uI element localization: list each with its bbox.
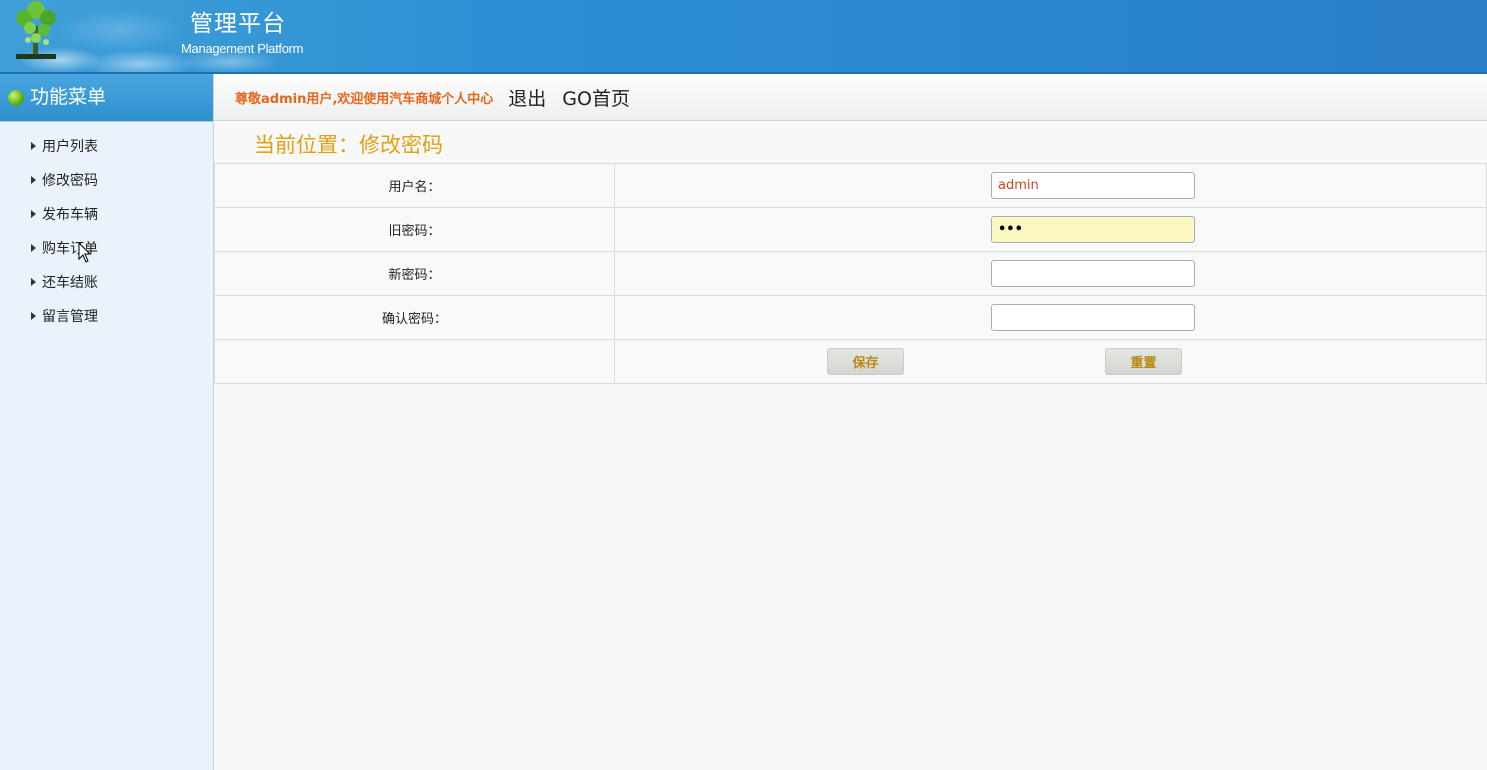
sidebar-item-return-checkout[interactable]: 还车结账 — [0, 266, 213, 300]
actions-cell: 保存 重置 — [614, 339, 1487, 384]
confirm-password-cell — [614, 295, 1487, 340]
sidebar: 功能菜单 用户列表 修改密码 发布车辆 购车订单 还车结账 留言管理 — [0, 74, 214, 770]
form-row-actions: 保存 重置 — [214, 339, 1487, 384]
username-input[interactable] — [991, 172, 1195, 199]
sidebar-item-change-password[interactable]: 修改密码 — [0, 164, 213, 198]
sidebar-item-label: 用户列表 — [42, 139, 98, 155]
new-password-input[interactable] — [991, 260, 1195, 287]
triangle-right-icon — [31, 210, 36, 218]
confirm-password-label: 确认密码： — [214, 295, 615, 340]
sidebar-item-label: 还车结账 — [42, 275, 98, 291]
go-home-link[interactable]: GO首页 — [562, 84, 630, 111]
triangle-right-icon — [31, 278, 36, 286]
form-row-old-password: 旧密码： — [214, 207, 1487, 252]
logout-link[interactable]: 退出 — [508, 84, 546, 111]
header-banner: 管理平台 Management Platform — [0, 0, 1487, 74]
mouse-pointer-icon — [78, 242, 92, 263]
username-cell — [614, 163, 1487, 208]
form-row-username: 用户名： — [214, 163, 1487, 208]
username-label: 用户名： — [214, 163, 615, 208]
sidebar-title: 功能菜单 — [30, 86, 107, 108]
actions-spacer-cell — [214, 339, 615, 384]
triangle-right-icon — [31, 142, 36, 150]
old-password-input[interactable] — [991, 216, 1195, 243]
app-title: 管理平台 — [190, 11, 286, 37]
save-button[interactable]: 保存 — [827, 348, 904, 375]
triangle-right-icon — [31, 244, 36, 252]
top-bar: 尊敬admin用户,欢迎使用汽车商城个人中心 退出 GO首页 — [214, 74, 1487, 121]
triangle-right-icon — [31, 176, 36, 184]
reset-button[interactable]: 重置 — [1105, 348, 1182, 375]
sidebar-item-publish-vehicle[interactable]: 发布车辆 — [0, 198, 213, 232]
confirm-password-input[interactable] — [991, 304, 1195, 331]
triangle-right-icon — [31, 312, 36, 320]
form-row-new-password: 新密码： — [214, 251, 1487, 296]
tree-logo-icon — [16, 1, 56, 59]
sidebar-menu: 用户列表 修改密码 发布车辆 购车订单 还车结账 留言管理 — [0, 130, 213, 334]
sidebar-item-label: 留言管理 — [42, 309, 98, 325]
sidebar-header: 功能菜单 — [0, 74, 213, 122]
sidebar-item-label: 发布车辆 — [42, 207, 98, 223]
new-password-cell — [614, 251, 1487, 296]
sidebar-item-user-list[interactable]: 用户列表 — [0, 130, 213, 164]
old-password-label: 旧密码： — [214, 207, 615, 252]
sidebar-item-purchase-orders[interactable]: 购车订单 — [0, 232, 213, 266]
change-password-form: 用户名： 旧密码： 新密码： 确认密码： 保存 重置 — [214, 163, 1487, 384]
form-row-confirm-password: 确认密码： — [214, 295, 1487, 340]
welcome-message: 尊敬admin用户,欢迎使用汽车商城个人中心 — [235, 91, 494, 107]
app-subtitle: Management Platform — [181, 41, 304, 56]
breadcrumb: 当前位置：修改密码 — [254, 133, 443, 157]
sidebar-item-label: 修改密码 — [42, 173, 98, 189]
sidebar-item-message-management[interactable]: 留言管理 — [0, 300, 213, 334]
new-password-label: 新密码： — [214, 251, 615, 296]
green-ball-icon — [8, 89, 24, 106]
old-password-cell — [614, 207, 1487, 252]
